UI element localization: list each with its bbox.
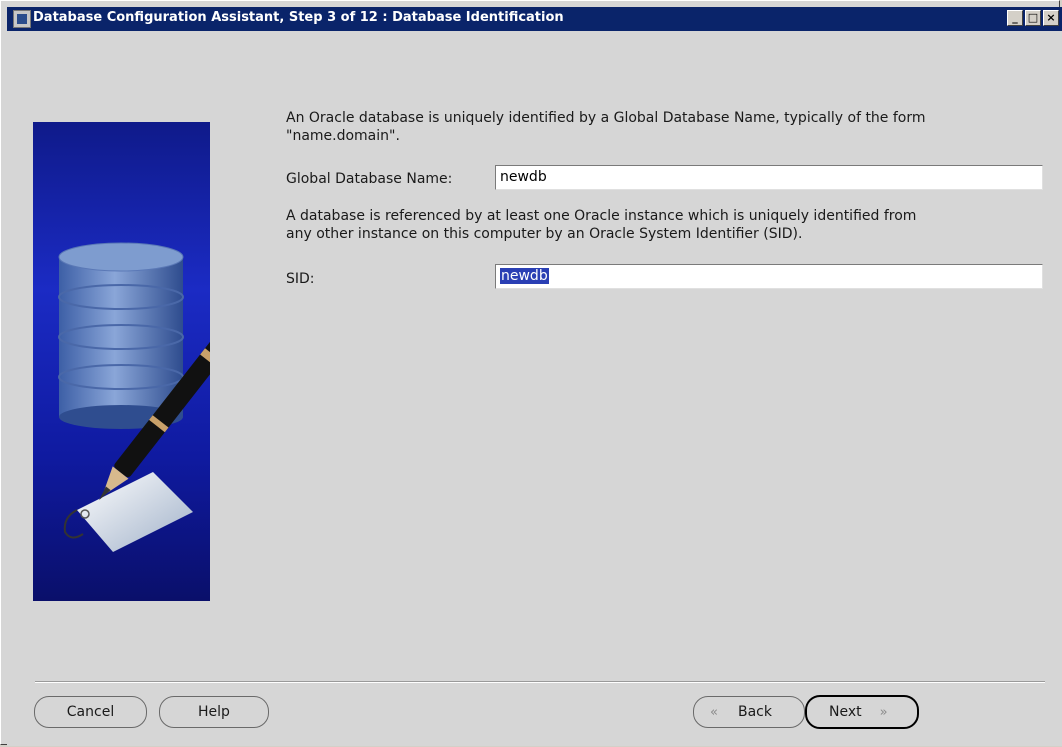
sid-description-line-1: A database is referenced by at least one… <box>286 208 917 224</box>
intro-line-1: An Oracle database is uniquely identifie… <box>286 110 926 126</box>
sid-description-line-2: any other instance on this computer by a… <box>286 226 803 242</box>
dialog-window: Database Configuration Assistant, Step 3… <box>0 0 1062 746</box>
help-button-label: Help <box>198 704 230 720</box>
global-db-name-input[interactable]: newdb <box>495 165 1043 190</box>
sid-description: A database is referenced by at least one… <box>286 207 1046 243</box>
sid-input[interactable]: newdb <box>495 264 1043 289</box>
maximize-button[interactable]: □ <box>1025 10 1041 26</box>
dialog-content: An Oracle database is uniquely identifie… <box>7 31 1062 746</box>
title-bar[interactable]: Database Configuration Assistant, Step 3… <box>7 7 1062 31</box>
sid-selected-text: newdb <box>500 268 549 284</box>
app-icon[interactable] <box>13 10 31 28</box>
close-button[interactable]: × <box>1043 10 1059 26</box>
back-button[interactable]: « Back <box>693 696 805 728</box>
intro-line-2: "name.domain". <box>286 128 400 144</box>
back-button-label: Back <box>737 704 772 720</box>
back-chevron-icon: « <box>710 704 718 720</box>
minimize-button[interactable]: _ <box>1007 10 1023 26</box>
window-title: Database Configuration Assistant, Step 3… <box>33 10 564 25</box>
cancel-button[interactable]: Cancel <box>34 696 147 728</box>
database-illustration <box>33 122 210 601</box>
next-button[interactable]: Next » <box>805 695 919 729</box>
next-button-label: Next <box>829 704 862 720</box>
cancel-button-label: Cancel <box>66 704 115 720</box>
help-button[interactable]: Help <box>159 696 269 728</box>
footer-separator <box>35 681 1045 683</box>
sid-label: SID: <box>286 271 315 287</box>
window-controls: _ □ × <box>1007 10 1059 26</box>
intro-description: An Oracle database is uniquely identifie… <box>286 109 1046 145</box>
global-db-name-label: Global Database Name: <box>286 171 453 187</box>
database-pen-image <box>58 242 210 552</box>
next-chevron-icon: » <box>879 704 888 720</box>
